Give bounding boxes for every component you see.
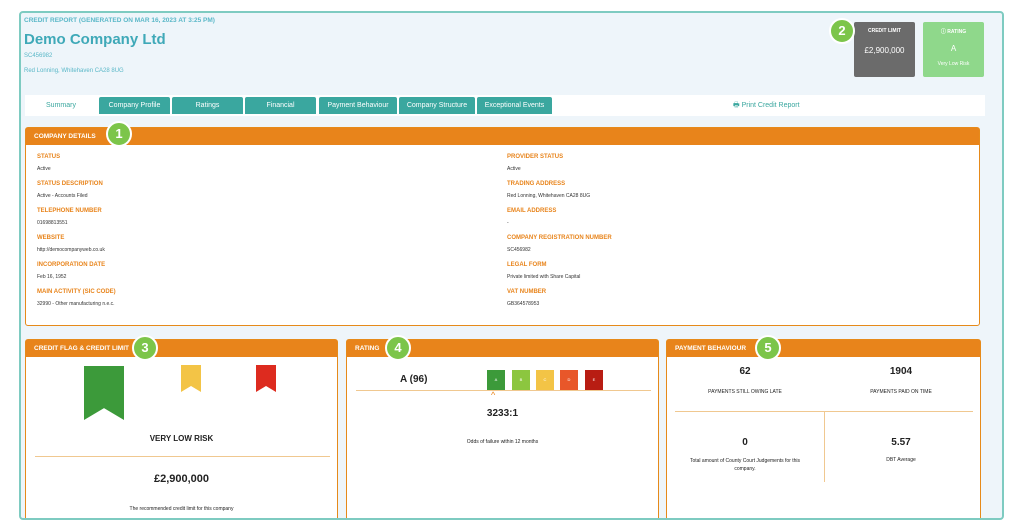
field-provider-status: PROVIDER STATUS Active — [507, 154, 564, 172]
tab-company-profile[interactable]: Company Profile — [99, 97, 170, 114]
field-telephone: TELEPHONE NUMBER 01698813551 — [37, 208, 102, 226]
field-legal-form: LEGAL FORM Private limited with Share Cap… — [507, 262, 581, 280]
dbt-value: 5.57 — [891, 437, 911, 448]
risk-label: VERY LOW RISK — [149, 434, 214, 443]
field-website: WEBSITE http://democompanyweb.co.uk — [37, 235, 105, 253]
scale-d: D — [560, 370, 578, 390]
report-header: CREDIT REPORT (GENERATED ON MAR 16, 2023… — [21, 13, 1002, 98]
company-name: Demo Company Ltd — [24, 31, 166, 48]
odds-value: 3233:1 — [486, 408, 519, 419]
field-status-description: STATUS DESCRIPTION Active - Accounts File… — [37, 181, 103, 199]
credit-limit-value: £2,900,000 — [864, 46, 905, 55]
callout-badge-1: 1 — [106, 121, 132, 147]
ccj-label: Total amount of County Court Judgements … — [689, 458, 801, 472]
rating-box-sub: Very Low Risk — [937, 61, 970, 67]
company-details-title: COMPANY DETAILS — [26, 128, 979, 145]
ccj-value: 0 — [742, 437, 748, 448]
callout-badge-2: 2 — [829, 18, 855, 44]
scale-a: A — [487, 370, 505, 390]
callout-badge-4: 4 — [385, 335, 411, 361]
field-email: EMAIL ADDRESS - — [507, 208, 557, 226]
field-main-activity: MAIN ACTIVITY (SIC CODE) 32990 - Other ma… — [37, 289, 116, 307]
rating-box-label: ⓘ RATING — [940, 29, 967, 35]
company-details-panel: COMPANY DETAILS STATUS Active STATUS DESC… — [25, 127, 980, 326]
field-vat-number: VAT NUMBER GB364578953 — [507, 289, 547, 307]
credit-flag-title: CREDIT FLAG & CREDIT LIMIT — [26, 340, 337, 357]
credit-report-window: CREDIT REPORT (GENERATED ON MAR 16, 2023… — [19, 11, 1004, 520]
rating-value: A (96) — [400, 374, 428, 385]
scale-c: C — [536, 370, 554, 390]
tab-payment-behaviour[interactable]: Payment Behaviour — [319, 97, 397, 114]
callout-badge-3: 3 — [132, 335, 158, 361]
credit-limit-box: CREDIT LIMIT £2,900,000 — [854, 22, 915, 77]
generated-line: CREDIT REPORT (GENERATED ON MAR 16, 2023… — [24, 17, 215, 24]
divider — [35, 456, 330, 457]
dbt-label: DBT Average — [886, 457, 916, 463]
company-reg-number: SC456982 — [24, 53, 53, 59]
payment-behaviour-panel: PAYMENT BEHAVIOUR 62 PAYMENTS STILL OWIN… — [666, 339, 981, 518]
field-registration-number: COMPANY REGISTRATION NUMBER SC456982 — [507, 235, 612, 253]
rating-box: ⓘ RATING A Very Low Risk — [923, 22, 984, 77]
field-incorporation-date: INCORPORATION DATE Feb 16, 1952 — [37, 262, 106, 280]
callout-badge-5: 5 — [755, 335, 781, 361]
scale-e: E — [585, 370, 603, 390]
scale-b: B — [512, 370, 530, 390]
tab-bar: Summary Company Profile Ratings Financia… — [25, 95, 985, 116]
field-trading-address: TRADING ADDRESS Red Lonning, Whitehaven C… — [507, 181, 591, 199]
ontime-payments-value: 1904 — [889, 366, 913, 377]
tab-company-structure[interactable]: Company Structure — [399, 97, 475, 114]
recommended-limit-note: The recommended credit limit for this co… — [129, 506, 234, 512]
rating-panel: RATING A (96) A B C D E ^ 3233:1 Odds of… — [346, 339, 659, 518]
tab-exceptional-events[interactable]: Exceptional Events — [477, 97, 552, 114]
tab-financial[interactable]: Financial — [245, 97, 316, 114]
company-address: Red Lonning, Whitehaven CA28 8UG — [24, 68, 124, 74]
rating-box-value: A — [950, 44, 957, 53]
field-status: STATUS Active — [37, 154, 61, 172]
tab-ratings[interactable]: Ratings — [172, 97, 243, 114]
tab-summary[interactable]: Summary — [25, 97, 97, 114]
print-credit-report-link[interactable]: 🖶 Print Credit Report — [733, 97, 800, 114]
late-payments-label: PAYMENTS STILL OWING LATE — [708, 389, 782, 395]
red-flag-icon — [256, 365, 276, 392]
ontime-payments-label: PAYMENTS PAID ON TIME — [870, 389, 932, 395]
late-payments-value: 62 — [739, 366, 751, 377]
printer-icon: 🖶 — [733, 102, 742, 109]
odds-note: Odds of failure within 12 months — [466, 439, 539, 445]
payment-behaviour-title: PAYMENT BEHAVIOUR — [667, 340, 980, 357]
credit-flag-panel: CREDIT FLAG & CREDIT LIMIT VERY LOW RISK… — [25, 339, 338, 518]
credit-limit-label: CREDIT LIMIT — [867, 28, 902, 34]
amber-flag-icon — [181, 365, 201, 392]
recommended-limit-value: £2,900,000 — [153, 473, 210, 485]
divider — [356, 390, 651, 391]
rating-pointer-icon: ^ — [491, 390, 496, 400]
green-flag-icon — [84, 366, 124, 420]
